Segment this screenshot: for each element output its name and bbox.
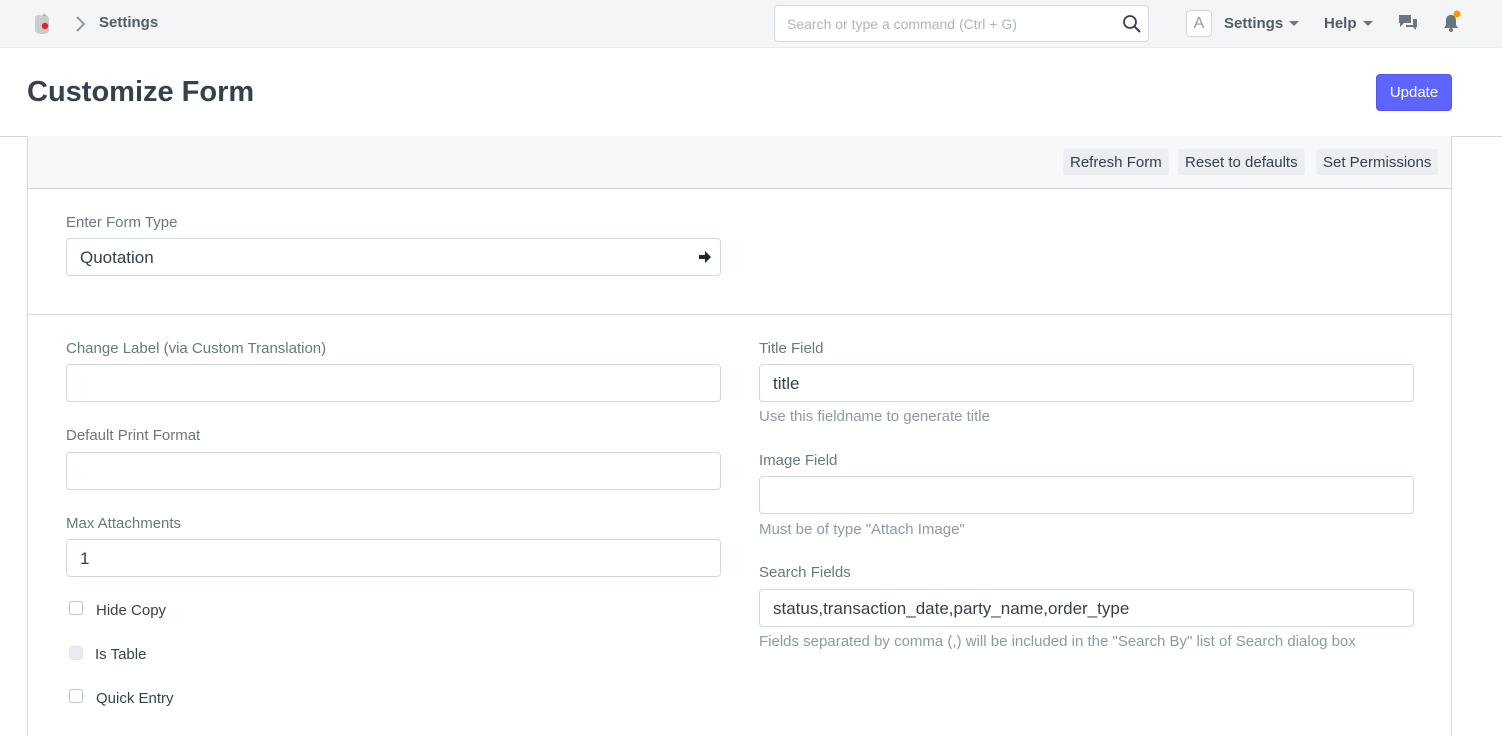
title-field-label: Title Field [759,340,824,357]
app-logo-icon[interactable] [31,12,53,36]
search-bar[interactable] [774,5,1149,42]
image-field-help: Must be of type "Attach Image" [759,521,965,538]
customize-form-card: Refresh Form Reset to defaults Set Permi… [27,136,1452,736]
search-fields-help: Fields separated by comma (,) will be in… [759,633,1356,650]
hide-copy-checkbox[interactable] [69,601,83,615]
settings-menu-label: Settings [1224,15,1284,32]
notification-dot [1453,10,1461,18]
max-attachments-label: Max Attachments [66,515,182,532]
change-label-label: Change Label (via Custom Translation) [66,340,327,357]
search-icon[interactable] [1122,14,1142,34]
help-menu-label: Help [1324,15,1357,32]
navbar: Settings A Settings Help [0,0,1502,48]
hide-copy-label[interactable]: Hide Copy [96,602,166,619]
reset-to-defaults-button[interactable]: Reset to defaults [1178,149,1305,175]
change-label-field[interactable] [66,364,721,402]
settings-menu[interactable]: Settings [1224,15,1300,32]
page-title: Customize Form [27,76,255,108]
search-input[interactable] [787,14,1117,34]
search-fields-field[interactable] [759,589,1414,627]
breadcrumb-settings[interactable]: Settings [99,14,158,31]
form-toolbar: Refresh Form Reset to defaults Set Permi… [28,136,1451,189]
set-permissions-button[interactable]: Set Permissions [1316,149,1439,175]
chevron-down-icon [1289,20,1300,26]
quick-entry-checkbox[interactable] [69,689,83,703]
title-field-field[interactable] [759,364,1414,402]
change-label-input[interactable] [80,373,668,395]
search-fields-input[interactable] [773,598,1361,620]
title-field-input[interactable] [773,373,1361,395]
default-print-format-input[interactable] [80,461,668,483]
is-table-label: Is Table [95,646,147,663]
help-menu[interactable]: Help [1324,15,1373,32]
refresh-form-button[interactable]: Refresh Form [1063,149,1169,175]
form-type-label: Enter Form Type [66,214,178,231]
is-table-checkbox [69,646,83,660]
section-divider [28,314,1451,315]
arrow-right-icon[interactable] [698,249,712,265]
avatar[interactable]: A [1186,10,1212,37]
image-field-label: Image Field [759,452,838,469]
title-field-help: Use this fieldname to generate title [759,408,990,425]
update-button[interactable]: Update [1376,74,1452,111]
chat-icon[interactable] [1397,13,1419,33]
image-field-input[interactable] [773,485,1361,507]
default-print-format-field[interactable] [66,452,721,490]
bell-icon[interactable] [1441,10,1461,34]
form-type-field[interactable] [66,238,721,276]
search-fields-label: Search Fields [759,564,851,581]
form-type-input[interactable] [80,247,668,269]
default-print-format-label: Default Print Format [66,427,201,444]
chevron-down-icon [1362,20,1373,26]
chevron-right-icon [76,16,86,32]
image-field-field[interactable] [759,476,1414,514]
max-attachments-input[interactable] [80,548,668,570]
quick-entry-label[interactable]: Quick Entry [96,690,174,707]
max-attachments-field[interactable] [66,539,721,577]
